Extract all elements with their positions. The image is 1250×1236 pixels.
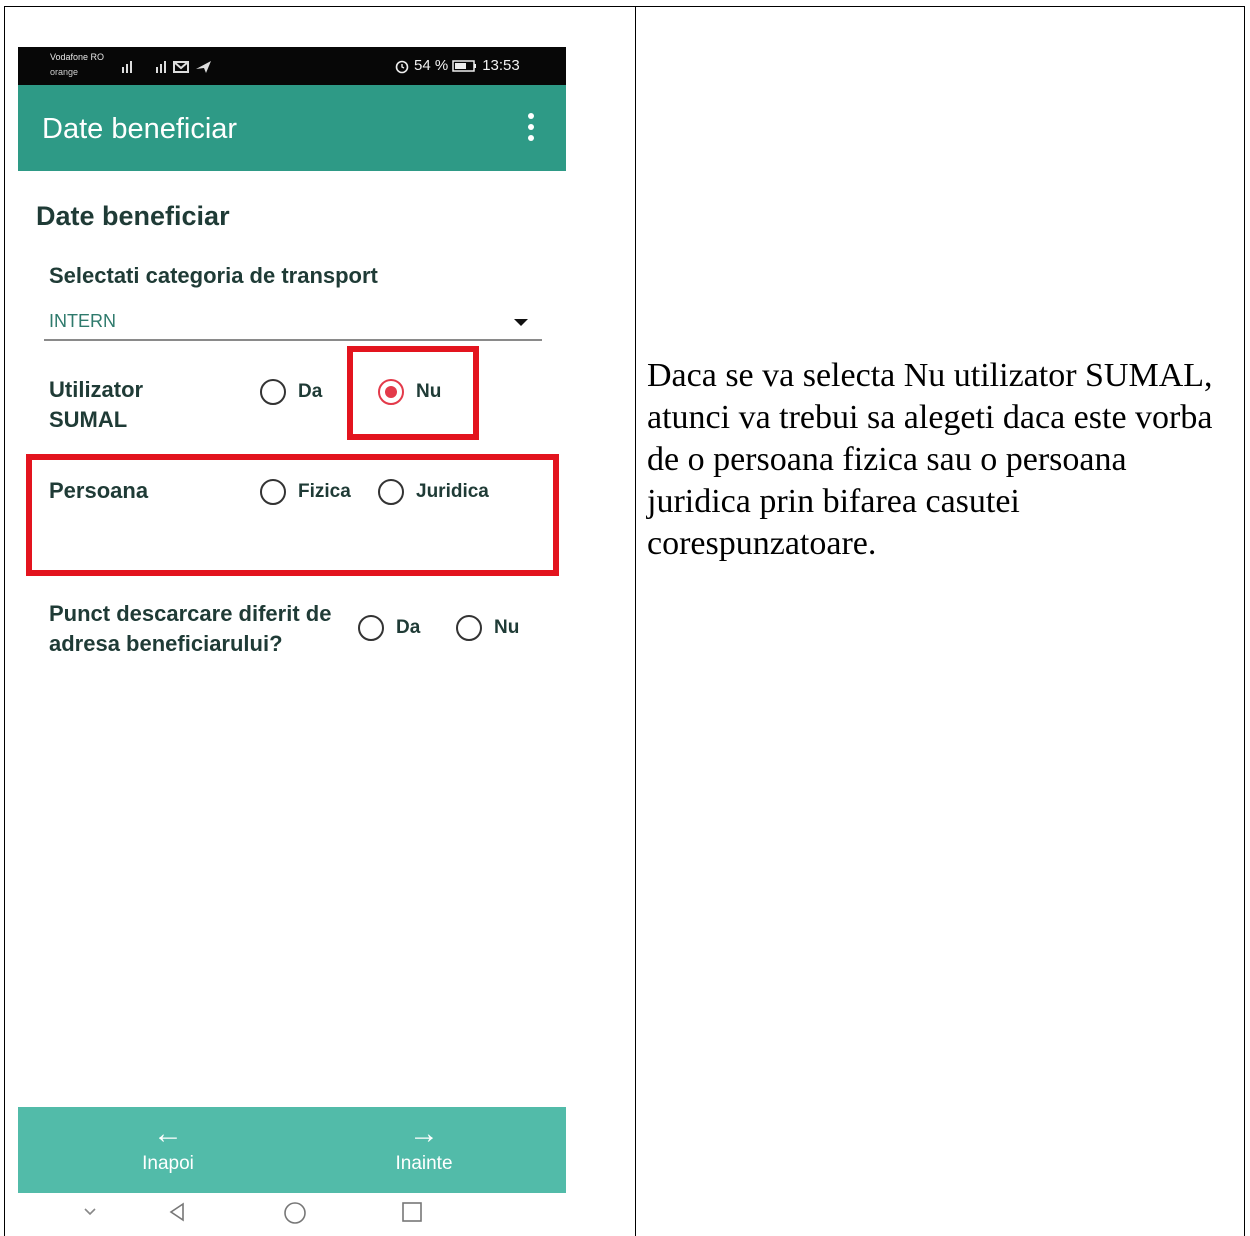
clock: 13:53 <box>482 57 520 74</box>
sumal-radio-da[interactable]: Da <box>260 379 322 405</box>
column-divider <box>635 7 636 1236</box>
unload-radio-nu[interactable]: Nu <box>456 615 519 641</box>
alarm-icon <box>395 60 409 73</box>
radio-label: Nu <box>494 617 520 638</box>
next-button[interactable]: → Inainte <box>354 1117 494 1175</box>
sumal-label: Utilizator SUMAL <box>49 377 144 432</box>
unload-label: Punct descarcare diferit de adresa benef… <box>49 601 332 656</box>
category-label: Selectati categoria de transport <box>49 263 378 288</box>
radio-icon <box>358 615 384 641</box>
app-title: Date beneficiar <box>42 113 238 145</box>
status-bar: Vodafone RO orange 54 % 13:53 <box>18 47 566 85</box>
section-title: Date beneficiar <box>36 201 230 231</box>
signal-icons <box>122 61 211 73</box>
bottom-nav-bar: ← Inapoi → Inainte <box>18 1107 566 1193</box>
recents-square-icon[interactable] <box>401 1201 423 1223</box>
phone-screenshot: Vodafone RO orange 54 % 13:53 Date benef… <box>18 47 566 1230</box>
app-bar: Date beneficiar <box>18 85 566 171</box>
kebab-menu-icon[interactable] <box>524 113 538 147</box>
category-value: INTERN <box>49 311 116 331</box>
back-button[interactable]: ← Inapoi <box>98 1117 238 1175</box>
arrow-left-icon: ← <box>153 1117 183 1150</box>
instruction-text: Daca se va selecta Nu utilizator SUMAL, … <box>647 357 1213 562</box>
highlight-nu-box <box>347 346 479 440</box>
radio-icon <box>456 615 482 641</box>
status-right: 54 % 13:53 <box>394 57 520 74</box>
system-nav-bar <box>18 1193 566 1230</box>
dropdown-arrow-icon <box>514 319 528 326</box>
radio-label: Da <box>298 381 323 402</box>
highlight-persoana-box <box>26 454 559 576</box>
unload-radio-da[interactable]: Da <box>358 615 420 641</box>
radio-label: Da <box>396 617 421 638</box>
carrier-name-1: Vodafone RO <box>50 52 105 62</box>
radio-icon <box>260 379 286 405</box>
battery-percent: 54 % <box>414 57 449 74</box>
arrow-right-icon: → <box>409 1117 439 1150</box>
home-circle-icon[interactable] <box>283 1201 307 1225</box>
next-label: Inainte <box>395 1153 453 1174</box>
chevron-down-icon[interactable] <box>80 1201 100 1221</box>
back-label: Inapoi <box>142 1153 194 1174</box>
back-triangle-icon[interactable] <box>166 1201 188 1223</box>
battery-icon <box>452 59 477 72</box>
category-dropdown[interactable]: INTERN <box>44 305 542 341</box>
carrier-name-2: orange <box>50 67 79 77</box>
